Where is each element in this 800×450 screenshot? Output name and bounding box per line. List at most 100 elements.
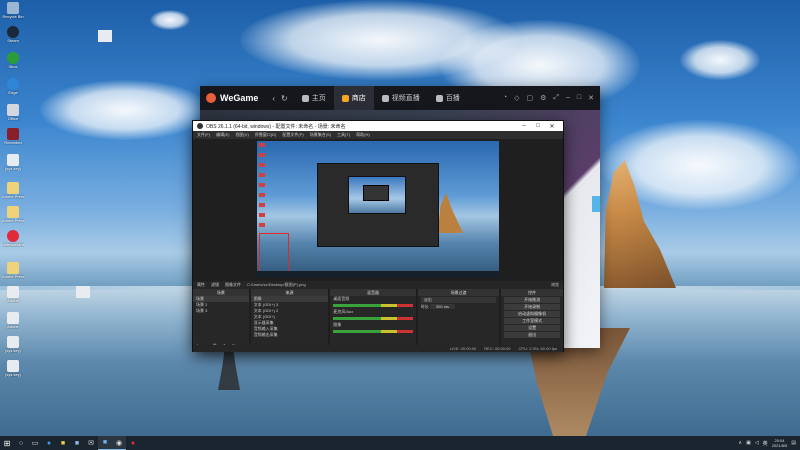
obs-preview[interactable] (193, 139, 563, 281)
windows-start-icon[interactable]: ⊞ (0, 436, 14, 450)
duration-input[interactable]: 300 ms (429, 304, 456, 309)
filters-button[interactable]: 滤镜 (211, 282, 219, 288)
icon-label: Steam (7, 38, 19, 43)
desktop-icon-file-2[interactable]: (sys key) (2, 336, 24, 358)
desktop-icon-file[interactable]: (sys key) (2, 154, 24, 176)
menu-docks[interactable]: 停靠窗口(D) (255, 132, 277, 138)
desktop-icon-steam[interactable]: Steam (2, 26, 24, 48)
obs-logo-icon (197, 123, 203, 129)
minimize-icon[interactable]: – (517, 123, 531, 129)
mini-mode-icon[interactable]: ⤢ (553, 94, 559, 102)
studio-mode-button[interactable]: 工作室模式 (504, 318, 560, 324)
wegame-tab-store[interactable]: 商店 (333, 86, 374, 110)
start-streaming-button[interactable]: 开始推流 (504, 297, 560, 303)
folder-icon (7, 262, 19, 274)
desktop-icon-edge[interactable]: Edge (2, 78, 24, 100)
taskbar: ⊞ ○ ▭ ● ■ ■ ✉ ■ ◉ ● ∧ ▣ ◁ 英 20:04 2021/8… (0, 436, 800, 450)
desktop-icon-premiere-3[interactable]: Adobe Premiere (2, 262, 24, 284)
desktop-file-icon[interactable] (76, 286, 90, 298)
desktop-icon-recorded[interactable]: Recorded (2, 128, 24, 150)
menu-file[interactable]: 文件(F) (197, 132, 210, 138)
wegame-window-controls: ◔ ◇ ▢ ⚙ ⤢ – □ ✕ (503, 94, 594, 102)
desktop-icon-recycle-bin[interactable]: Recycle Bin (2, 2, 24, 24)
icon-label: Xbox (8, 64, 18, 69)
clock[interactable]: 20:04 2021/8/5 (772, 438, 788, 448)
properties-button[interactable]: 属性 (197, 282, 205, 288)
wegame-tab-video[interactable]: 视频直播 (374, 86, 428, 110)
edge-icon[interactable]: ● (42, 436, 56, 450)
mail-icon[interactable]: ✉ (84, 436, 98, 450)
browse-button[interactable]: 浏览 (551, 282, 559, 288)
desktop-icon-xbox[interactable]: Xbox (2, 52, 24, 74)
explorer-icon[interactable]: ■ (56, 436, 70, 450)
store-icon (341, 94, 349, 102)
menu-profile[interactable]: 配置文件(P) (282, 132, 303, 138)
close-icon[interactable]: ✕ (588, 94, 594, 102)
maximize-icon[interactable]: □ (531, 123, 545, 129)
desktop-icon-file-3[interactable]: (sys key) (2, 360, 24, 382)
desktop-icon-office[interactable]: Office (2, 104, 24, 126)
system-tray: ∧ ▣ ◁ 英 20:04 2021/8/5 ▤ (738, 438, 800, 448)
wegame-tab-live[interactable]: 百播 (428, 86, 468, 110)
tray-chevron-icon[interactable]: ∧ (738, 440, 742, 446)
desktop-icon-premiere-2[interactable]: Adobe Premiere (2, 206, 24, 228)
start-recording-button[interactable]: 开始录制 (504, 304, 560, 310)
search-icon[interactable]: ○ (14, 436, 28, 450)
rec-status: REC: 00:00:00 (484, 346, 511, 351)
desktop-icon-adobe-2[interactable]: Adobe (2, 312, 24, 334)
menu-edit[interactable]: 编辑(E) (216, 132, 229, 138)
back-icon[interactable]: ‹ (272, 94, 275, 103)
obs-title: OBS 26.1.1 (64-bit, windows) - 配置文件: 未命名… (206, 123, 346, 130)
icon-label: Recycle Bin (2, 14, 24, 19)
desktop-icon-premiere[interactable]: Adobe Premiere (2, 182, 24, 204)
preview-nested-obs (317, 163, 439, 247)
notification-icon[interactable]: ◔ (503, 94, 507, 102)
exit-button[interactable]: 退出 (504, 332, 560, 338)
desktop-icon-netease[interactable]: NeteaseMusic (2, 230, 24, 252)
wegame-side-tab[interactable] (592, 196, 600, 212)
image-path-field[interactable]: C:/Users/zz/Desktop/截图(P).png (247, 282, 306, 288)
settings-icon[interactable]: ⚙ (540, 94, 546, 102)
input-language[interactable]: 英 (763, 440, 768, 447)
live-icon (435, 94, 443, 102)
volume-meter[interactable] (333, 317, 413, 320)
menu-tools[interactable]: 工具(T) (337, 132, 350, 138)
desktop-icon-adobe[interactable]: Adobe (2, 286, 24, 308)
clock-date: 2021/8/5 (771, 443, 788, 448)
minimize-icon[interactable]: – (566, 94, 570, 102)
wegame-taskbar-icon[interactable]: ■ (98, 436, 112, 450)
virtual-camera-button[interactable]: 启动虚拟摄像机 (504, 311, 560, 317)
wegame-tab-home[interactable]: 主页 (294, 86, 334, 110)
volume-icon[interactable]: ◁ (755, 440, 759, 446)
volume-meter[interactable] (333, 304, 413, 307)
menu-help[interactable]: 帮助(H) (356, 132, 370, 138)
settings-button[interactable]: 设置 (504, 325, 560, 331)
network-icon[interactable]: ▣ (746, 440, 751, 446)
refresh-icon[interactable]: ↻ (281, 94, 288, 103)
close-icon[interactable]: ✕ (545, 123, 559, 130)
menu-scene-collection[interactable]: 场景集合(S) (310, 132, 331, 138)
chat-icon[interactable]: ▢ (526, 94, 533, 102)
obs-taskbar-icon[interactable]: ◉ (112, 436, 126, 450)
maximize-icon[interactable]: □ (577, 94, 581, 102)
menu-view[interactable]: 视图(V) (235, 132, 248, 138)
preview-canvas[interactable] (257, 141, 499, 277)
task-view-icon[interactable]: ▭ (28, 436, 42, 450)
source-item[interactable]: 音频输出采集 (251, 332, 329, 338)
scene-item[interactable]: 场景 3 (193, 308, 249, 314)
volume-meter[interactable] (333, 330, 413, 333)
mixer-channel-label: 图像 (333, 322, 342, 327)
transition-select[interactable]: 淡出 (420, 297, 497, 303)
file-icon (7, 336, 19, 348)
audio-mixer-dock: 混音器 桌面音频 麦克风/Aux 图像 (330, 289, 416, 351)
scenes-header: 场景 (193, 289, 249, 296)
netease-taskbar-icon[interactable]: ● (126, 436, 140, 450)
desktop-file-icon[interactable] (98, 30, 112, 42)
store-icon[interactable]: ■ (70, 436, 84, 450)
xbox-icon (7, 52, 19, 64)
notification-center-icon[interactable]: ▤ (791, 440, 796, 446)
source-selection-box[interactable] (259, 233, 289, 273)
mixer-channel-label: 麦克风/Aux (333, 309, 354, 314)
shirt-icon[interactable]: ◇ (514, 94, 519, 102)
tab-label: 视频直播 (391, 95, 420, 102)
